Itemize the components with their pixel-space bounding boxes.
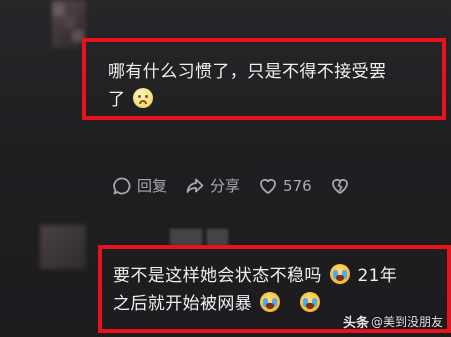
comment-line: 之后就开始被网暴 [113,294,253,314]
comment-text: 要不是这样她会状态不稳吗 21年 之后就开始被网暴 [113,262,443,318]
watermark-brand: 头条 [342,316,369,331]
crying-face-icon [329,264,350,284]
blurred-username: ▒▒▒ ▒▒ [170,230,229,246]
crying-face-icon [260,292,281,312]
watermark-author: @美到没朋友 [370,315,443,329]
crying-face-icon [299,292,320,312]
heart-icon [260,178,276,194]
share-label: 分享 [210,177,241,195]
comment-line: 哪有什么习惯了，只是不得不接受罢 [108,62,387,82]
share-arrow-icon [186,178,204,193]
avatar[interactable] [40,225,86,269]
dislike-button[interactable] [330,176,350,196]
like-button[interactable]: 576 [258,176,312,196]
reply-bubble-icon [113,177,131,194]
sad-face-icon [133,88,154,108]
like-count: 576 [283,176,312,195]
share-button[interactable]: 分享 [185,175,240,196]
comment-line: 要不是这样她会状态不稳吗 [113,266,322,286]
watermark: 头条 @美到没朋友 [343,312,443,331]
comment-actions: 回复 分享 576 [112,175,350,196]
comment-line-tail: 21年 [357,266,398,286]
avatar[interactable] [52,0,86,48]
broken-heart-icon [331,178,348,194]
comment-text: 哪有什么习惯了，只是不得不接受罢 了 [108,58,438,114]
comment-line: 了 [108,90,126,110]
reply-button[interactable]: 回复 [112,175,167,196]
reply-label: 回复 [137,177,168,195]
